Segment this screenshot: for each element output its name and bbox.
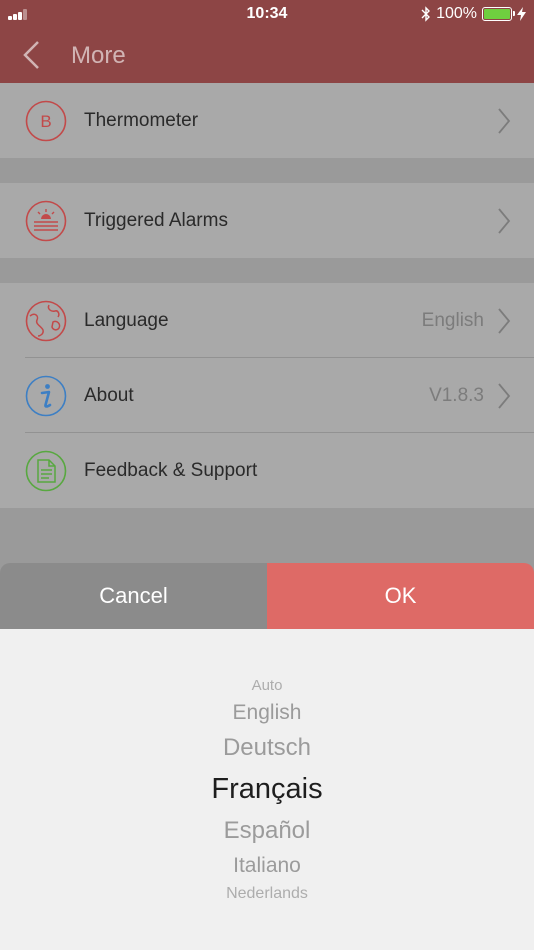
language-picker[interactable]: Auto English Deutsch Français Español It… <box>0 629 534 950</box>
menu-item-feedback[interactable]: Feedback & Support <box>0 433 534 508</box>
picker-option[interactable]: Auto <box>0 677 534 694</box>
status-bar: 10:34 100% <box>0 0 534 28</box>
picker-action-bar: Cancel OK <box>0 563 534 629</box>
document-icon <box>25 450 67 492</box>
page-title: More <box>71 42 126 69</box>
thermometer-b-icon: B <box>25 100 67 142</box>
picker-option[interactable]: Nederlands <box>0 885 534 903</box>
chevron-right-icon <box>498 308 511 334</box>
app-version-value: V1.8.3 <box>429 385 484 406</box>
picker-option[interactable]: Italiano <box>0 854 534 878</box>
menu-item-triggered-alarms[interactable]: Triggered Alarms <box>0 183 534 258</box>
menu-item-label: Triggered Alarms <box>84 210 228 231</box>
chevron-right-icon <box>498 383 511 409</box>
picker-option-selected[interactable]: Français <box>0 773 534 806</box>
back-button[interactable] <box>18 36 48 74</box>
menu-item-label: Thermometer <box>84 110 199 131</box>
menu-item-label: Feedback & Support <box>84 460 258 481</box>
status-right: 100% <box>421 5 526 23</box>
battery-percent: 100% <box>436 5 477 22</box>
picker-option[interactable]: Deutsch <box>0 734 534 762</box>
globe-icon <box>25 300 67 342</box>
chevron-left-icon <box>23 41 39 69</box>
current-language-value: English <box>421 310 484 331</box>
picker-option[interactable]: Español <box>0 817 534 845</box>
alarm-icon <box>25 200 67 242</box>
menu-item-thermometer[interactable]: B Thermometer <box>0 83 534 158</box>
info-icon <box>25 375 67 417</box>
menu-item-language[interactable]: Language English <box>0 283 534 358</box>
menu-item-about[interactable]: About V1.8.3 <box>0 358 534 433</box>
chevron-right-icon <box>498 108 511 134</box>
nav-bar: More <box>0 28 534 83</box>
menu-item-label: Language <box>84 310 169 331</box>
cancel-button[interactable]: Cancel <box>0 563 267 629</box>
menu-item-label: About <box>84 385 134 406</box>
ok-button[interactable]: OK <box>267 563 534 629</box>
battery-level <box>484 9 510 19</box>
picker-option[interactable]: English <box>0 701 534 725</box>
charging-icon <box>517 7 526 21</box>
chevron-right-icon <box>498 208 511 234</box>
bluetooth-icon <box>421 6 431 22</box>
svg-text:B: B <box>40 112 51 131</box>
battery-icon <box>482 7 515 21</box>
